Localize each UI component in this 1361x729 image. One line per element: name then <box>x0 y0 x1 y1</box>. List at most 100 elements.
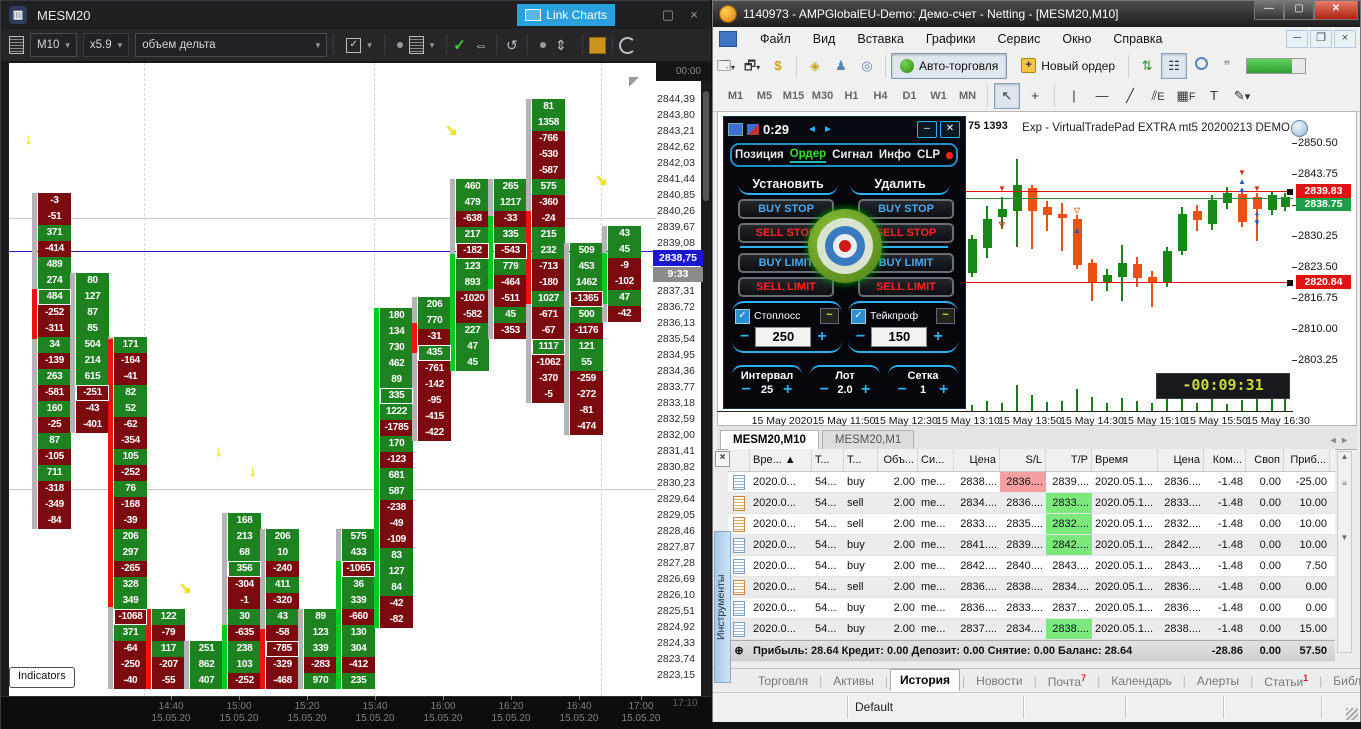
mdi-close-button[interactable]: × <box>1334 29 1356 48</box>
stoploss-checkbox[interactable]: ✓ <box>735 308 750 324</box>
signals-icon[interactable]: ◎ <box>856 55 878 77</box>
lot-value[interactable]: 2.0 <box>831 384 859 396</box>
mdi-minimize-button[interactable]: ─ <box>1286 29 1308 48</box>
stoploss-trailing-icon[interactable]: ~ <box>820 308 839 324</box>
vtp-titlebar[interactable]: 0:29 ◄ ► – ✕ <box>724 117 965 141</box>
time-axis[interactable] <box>1 696 711 729</box>
horizontal-line-tool[interactable]: — <box>1089 83 1115 109</box>
vtp-set-buy-stop-button[interactable]: BUY STOP <box>738 199 834 219</box>
toolbox-close-button[interactable]: × <box>715 451 730 467</box>
tab-scroll-arrows[interactable]: ◄ ► <box>1329 435 1349 445</box>
bottom-tab-Активы[interactable]: Активы <box>824 671 883 691</box>
grid-minus-button[interactable]: − <box>898 382 907 398</box>
mt5-titlebar[interactable]: 1140973 - AMPGlobalEU-Demo: Демо-счет - … <box>713 1 1360 27</box>
stoploss-value[interactable]: 250 <box>755 327 812 347</box>
shapes-tool[interactable]: ✎▾ <box>1229 83 1255 109</box>
column-header-S/L[interactable]: S/L <box>1000 449 1046 471</box>
column-header-Своп[interactable]: Своп <box>1246 449 1284 471</box>
table-row[interactable]: 2020.0... 54... sell 2.00 me... 2836.... 2838.… <box>728 577 1335 598</box>
timeframe-W1[interactable]: W1 <box>924 90 953 102</box>
column-header-Время[interactable]: Время <box>1092 449 1158 471</box>
close-button[interactable]: ✕ <box>1314 1 1358 20</box>
bottom-tab-Календарь[interactable]: Календарь <box>1102 671 1181 691</box>
vtp-close-button[interactable]: ✕ <box>940 121 960 138</box>
column-header-Объ[interactable]: Объ... <box>878 449 918 471</box>
table-row[interactable]: 2020.0... 54... sell 2.00 me... 2833.... 2835.… <box>728 514 1335 535</box>
table-row[interactable]: 2020.0... 54... buy 2.00 me... 2841.... 2839..… <box>728 535 1335 556</box>
column-header-T/P[interactable]: T/P <box>1046 449 1092 471</box>
column-header-Си[interactable]: Си... <box>918 449 954 471</box>
navigator-icon[interactable]: ♟ <box>830 55 852 77</box>
vertical-line-tool[interactable]: | <box>1061 83 1087 109</box>
column-header-Вре[interactable]: Вре... ▲ <box>750 449 812 471</box>
expand-icon[interactable]: ⊕ <box>728 641 750 661</box>
timeframe-MN[interactable]: MN <box>953 90 982 102</box>
menu-item-Вид[interactable]: Вид <box>802 32 847 46</box>
interval-plus-button[interactable]: + <box>783 382 792 398</box>
table-row[interactable]: 2020.0... 54... buy 2.00 me... 2838.... 2836..… <box>728 472 1335 493</box>
vtp-delete-sell-limit-button[interactable]: SELL LIMIT <box>858 277 954 297</box>
timeframe-H1[interactable]: H1 <box>837 90 866 102</box>
interval-minus-button[interactable]: − <box>742 382 751 398</box>
timeframe-M5[interactable]: M5 <box>750 90 779 102</box>
table-row[interactable]: 2020.0... 54... buy 2.00 me... 2842.... 2840..… <box>728 556 1335 577</box>
candle-chart-icon[interactable]: ☷ <box>1161 52 1188 79</box>
bottom-tab-История[interactable]: История <box>889 668 961 692</box>
takeprofit-minus-button[interactable]: − <box>856 329 865 345</box>
equidistant-channel-tool[interactable]: ⫽E <box>1145 83 1171 109</box>
timeframe-M30[interactable]: M30 <box>808 90 837 102</box>
menu-item-Сервис[interactable]: Сервис <box>987 32 1052 46</box>
timeframe-M15[interactable]: M15 <box>779 90 808 102</box>
timeframe-M1[interactable]: M1 <box>721 90 750 102</box>
chart-tab-MESM20,M10[interactable]: MESM20,M10 <box>720 430 819 449</box>
stoploss-plus-button[interactable]: + <box>817 329 826 345</box>
takeprofit-checkbox[interactable]: ✓ <box>851 308 866 324</box>
chat-icon[interactable]: ❞ <box>1216 55 1238 77</box>
zoom-in-icon[interactable] <box>1190 55 1212 77</box>
column-header-Цена[interactable]: Цена <box>1158 449 1204 471</box>
vtp-tab-order[interactable]: Ордер <box>789 148 827 163</box>
indicators-button[interactable]: Indicators <box>9 667 75 688</box>
stoploss-minus-button[interactable]: − <box>740 329 749 345</box>
vtp-prev-arrow-icon[interactable]: ◄ <box>807 124 817 135</box>
sidebar-tab-instruments[interactable]: Инструменты <box>714 531 731 683</box>
profiles-icon[interactable]: 🗗▾ <box>741 55 763 77</box>
bar-chart-icon[interactable]: ⇅ <box>1136 55 1158 77</box>
bottom-tab-Почта[interactable]: Почта7 <box>1039 670 1095 692</box>
menu-item-Вставка[interactable]: Вставка <box>846 32 914 46</box>
menu-item-Графики[interactable]: Графики <box>915 32 987 46</box>
bottom-tab-Библиотека[interactable]: Библиотека <box>1324 671 1361 691</box>
interval-value[interactable]: 25 <box>753 384 781 396</box>
toolbox-icon[interactable]: ◈ <box>804 55 826 77</box>
bottom-tab-Новости[interactable]: Новости <box>967 671 1031 691</box>
vtp-tab-position[interactable]: Позиция <box>735 149 784 161</box>
table-scrollbar[interactable]: ▲ ≡ ▼ <box>1337 451 1352 653</box>
table-row[interactable]: 2020.0... 54... buy 2.00 me... 2837.... 2834..… <box>728 619 1335 640</box>
resize-grip[interactable] <box>1346 708 1358 720</box>
new-order-button[interactable]: + Новый ордер <box>1013 54 1123 78</box>
vtp-minimize-button[interactable]: – <box>917 121 937 138</box>
vtp-tab-signal[interactable]: Сигнал <box>832 149 873 161</box>
vtp-next-arrow-icon[interactable]: ► <box>823 124 833 135</box>
mdi-restore-button[interactable]: ❒ <box>1310 29 1332 48</box>
takeprofit-trailing-icon[interactable]: ~ <box>936 308 955 324</box>
vtp-set-sell-limit-button[interactable]: SELL LIMIT <box>738 277 834 297</box>
lot-minus-button[interactable]: − <box>820 382 829 398</box>
bottom-tab-Алерты[interactable]: Алерты <box>1188 671 1248 691</box>
new-chart-icon[interactable]: 🗔▾ <box>715 55 737 77</box>
timeframe-D1[interactable]: D1 <box>895 90 924 102</box>
vtp-tab-clp[interactable]: CLP <box>917 149 940 161</box>
grid-value[interactable]: 1 <box>909 384 937 396</box>
lot-plus-button[interactable]: + <box>861 382 870 398</box>
market-watch-icon[interactable]: $ <box>767 55 789 77</box>
column-header-Цена[interactable]: Цена <box>954 449 1000 471</box>
maximize-button[interactable]: ▢ <box>1284 1 1314 20</box>
menu-item-Окно[interactable]: Окно <box>1051 32 1102 46</box>
bottom-tab-Статьи[interactable]: Статьи1 <box>1255 670 1317 692</box>
text-tool[interactable]: T <box>1201 83 1227 109</box>
bottom-tab-Торговля[interactable]: Торговля <box>749 671 817 691</box>
fibonacci-tool[interactable]: ▦F <box>1173 83 1199 109</box>
vtp-delete-buy-stop-button[interactable]: BUY STOP <box>858 199 954 219</box>
column-header-Т[interactable]: Т... <box>844 449 878 471</box>
crosshair-tool[interactable]: + <box>1022 83 1048 109</box>
